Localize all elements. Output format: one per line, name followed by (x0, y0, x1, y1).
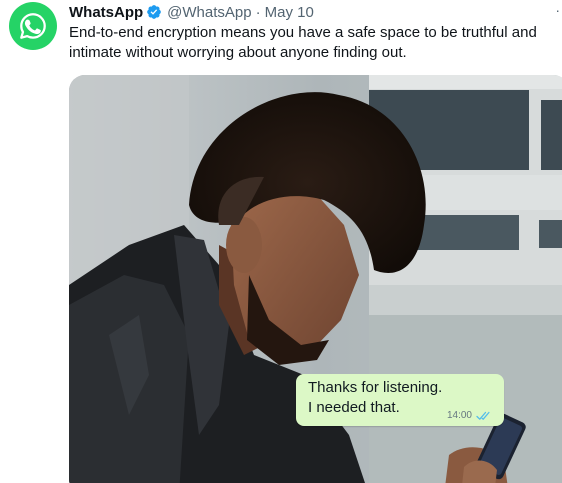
chat-message-bubble: Thanks for listening. I needed that. 14:… (296, 374, 504, 426)
tweet-media-image[interactable]: Thanks for listening. I needed that. 14:… (69, 75, 562, 483)
whatsapp-logo-icon (20, 13, 46, 39)
separator-dot: · (255, 3, 261, 21)
more-options-icon[interactable]: · (555, 2, 560, 18)
tweet-text: End-to-end encryption means you have a s… (69, 24, 537, 61)
avatar[interactable] (9, 2, 57, 50)
tweet-date[interactable]: May 10 (265, 4, 314, 21)
author-handle[interactable]: @WhatsApp (167, 4, 251, 21)
chat-message-line-1: Thanks for listening. (308, 379, 443, 396)
tweet[interactable]: WhatsApp @WhatsApp · May 10 · End-to-end… (0, 0, 562, 483)
tweet-header: WhatsApp @WhatsApp · May 10 (69, 3, 542, 21)
double-check-icon (476, 411, 490, 420)
author-name[interactable]: WhatsApp (69, 4, 143, 21)
verified-badge-icon (147, 5, 162, 19)
message-meta: 14:00 (447, 410, 492, 421)
message-time: 14:00 (446, 410, 472, 421)
